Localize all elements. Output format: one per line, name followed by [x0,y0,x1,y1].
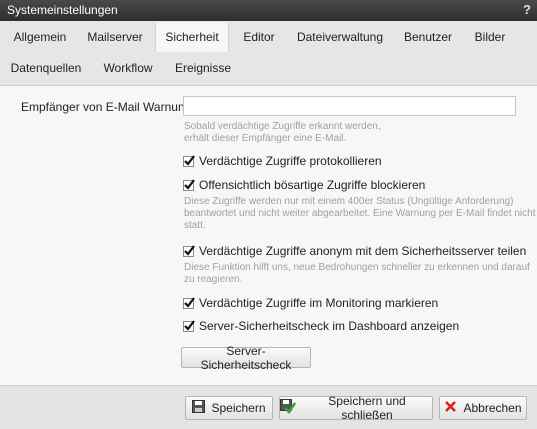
button-label: Server-Sicherheitscheck [200,343,292,372]
checkbox-checked[interactable] [183,244,195,257]
option-log-suspicious[interactable]: Verdächtige Zugriffe protokollieren [183,154,382,168]
option-label: Verdächtige Zugriffe anonym mit dem Sich… [199,244,527,258]
cancel-button[interactable]: Abbrechen [439,396,527,420]
email-recipient-label: Empfänger von E-Mail Warnungen [21,100,205,114]
security-settings-panel: Empfänger von E-Mail Warnungen Sobald ve… [0,86,537,385]
checkbox-checked[interactable] [183,319,195,332]
dialog-footer: Speichern Speichern und schließen Abbrec… [0,385,537,429]
tab-editor[interactable]: Editor [232,22,286,52]
email-hint-line: erhält dieser Empfänger eine E-Mail. [184,133,347,144]
option-share-anonymous[interactable]: Verdächtige Zugriffe anonym mit dem Sich… [183,244,526,258]
tab-benutzer[interactable]: Benutzer [395,22,461,52]
window-titlebar: Systemeinstellungen ? [0,0,537,21]
tab-sicherheit[interactable]: Sicherheit [155,22,229,52]
tab-workflow[interactable]: Workflow [96,53,160,83]
email-hint-line: Sobald verdächtige Zugriffe erkannt werd… [184,121,381,132]
option-mark-monitoring[interactable]: Verdächtige Zugriffe im Monitoring marki… [183,296,438,310]
checkbox-checked[interactable] [183,178,195,191]
cancel-label: Abbrechen [463,401,522,415]
tab-dateiverwaltung[interactable]: Dateiverwaltung [291,22,389,52]
option-label: Offensichtlich bösartige Zugriffe blocki… [199,178,426,192]
save-close-label: Speichern und schließen [328,394,406,422]
save-button[interactable]: Speichern [185,396,273,420]
save-label: Speichern [211,401,266,415]
option-label: Verdächtige Zugriffe im Monitoring marki… [199,296,439,310]
option-label: Server-Sicherheitscheck im Dashboard anz… [199,319,460,333]
checkbox-checked[interactable] [183,296,195,309]
settings-tab-bar: Allgemein Mailserver Sicherheit Editor D… [0,21,537,86]
email-recipient-input[interactable] [183,96,516,116]
tab-datenquellen[interactable]: Datenquellen [4,53,88,83]
option-hint-line: Diese Funktion hilft uns, neue Bedrohung… [184,262,530,273]
tab-allgemein[interactable]: Allgemein [4,22,76,52]
option-hint-line: zu reagieren. [184,274,243,285]
tab-bilder[interactable]: Bilder [466,22,514,52]
floppy-disk-icon [192,400,206,416]
option-hint-line: statt. [184,220,206,231]
option-hint-line: Diese Zugriffe werden nur mit einem 400e… [184,196,514,207]
help-icon[interactable]: ? [523,2,531,17]
option-dashboard-check[interactable]: Server-Sicherheitscheck im Dashboard anz… [183,319,459,333]
tab-ereignisse[interactable]: Ereignisse [166,53,240,83]
checkbox-checked[interactable] [183,154,195,167]
window-title: Systemeinstellungen [7,3,118,17]
server-security-check-button[interactable]: Server-Sicherheitscheck [181,344,311,372]
tab-mailserver[interactable]: Mailserver [80,22,150,52]
save-and-close-button[interactable]: Speichern und schließen [279,394,433,422]
close-icon [444,400,457,416]
option-label: Verdächtige Zugriffe protokollieren [199,154,382,168]
option-hint-line: beantwortet und nicht weiter abgearbeite… [184,208,536,219]
save-check-icon [280,399,297,417]
option-block-malicious[interactable]: Offensichtlich bösartige Zugriffe blocki… [183,178,425,192]
